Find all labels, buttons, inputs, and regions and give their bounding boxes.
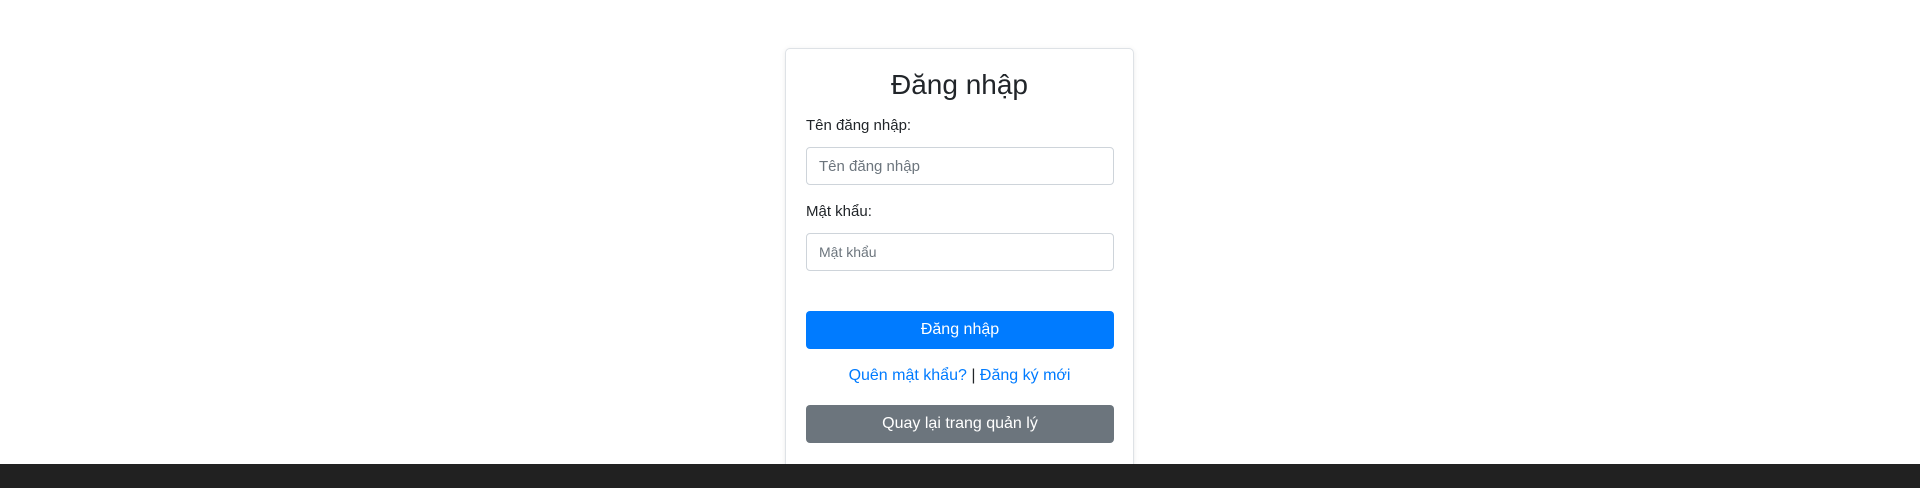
account-links: Quên mật khẩu? | Đăng ký mới — [786, 367, 1133, 385]
link-separator: | — [971, 367, 976, 384]
register-link[interactable]: Đăng ký mới — [980, 367, 1071, 384]
footer-bar — [0, 464, 1920, 488]
password-label: Mật khẩu: — [806, 203, 872, 220]
login-page: Đăng nhập Tên đăng nhập: Mật khẩu: Đăng … — [0, 0, 1920, 488]
username-input[interactable] — [806, 147, 1114, 185]
page-title: Đăng nhập — [890, 69, 1028, 100]
login-card: Đăng nhập Tên đăng nhập: Mật khẩu: Đăng … — [785, 48, 1134, 488]
password-input[interactable] — [806, 233, 1114, 271]
username-label: Tên đăng nhập: — [806, 117, 912, 134]
login-button[interactable]: Đăng nhập — [806, 311, 1114, 349]
forgot-password-link[interactable]: Quên mật khẩu? — [849, 367, 967, 384]
back-to-admin-button[interactable]: Quay lại trang quản lý — [806, 405, 1114, 443]
